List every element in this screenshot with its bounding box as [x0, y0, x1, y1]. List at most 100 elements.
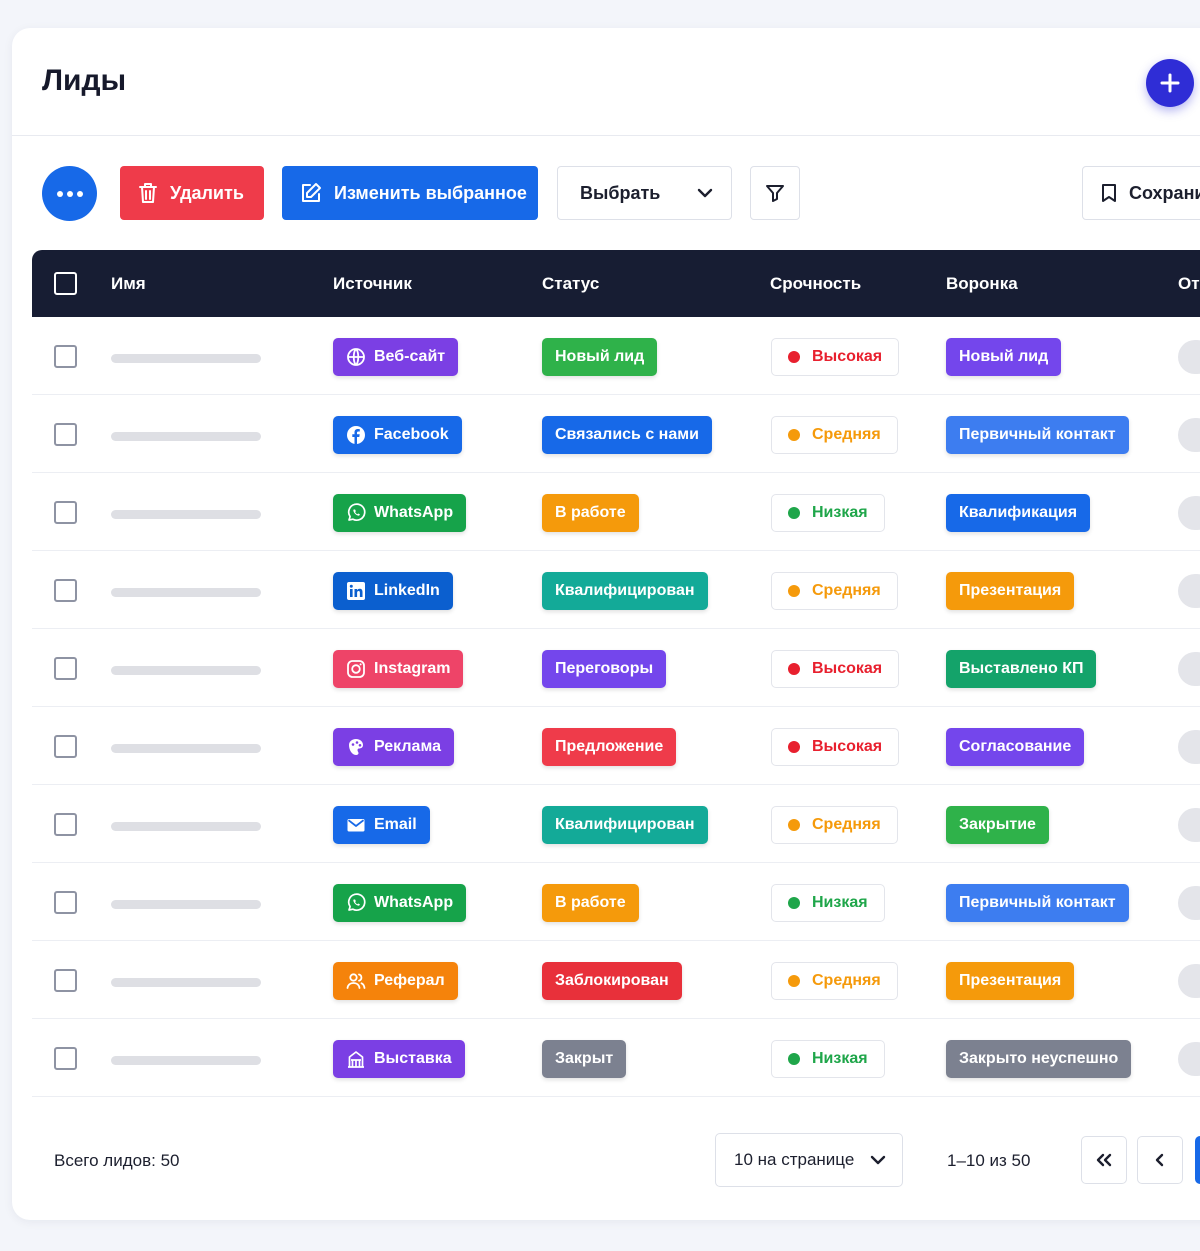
column-header-urgency[interactable]: Срочность	[770, 274, 861, 294]
owner-avatar[interactable]	[1178, 652, 1200, 686]
save-label: Сохранить	[1129, 182, 1200, 203]
users-icon	[346, 971, 366, 991]
first-page-button[interactable]	[1081, 1136, 1127, 1184]
funnel-label: Первичный контакт	[959, 426, 1116, 443]
status-badge: Связались с нами	[542, 416, 712, 454]
owner-avatar[interactable]	[1178, 496, 1200, 530]
more-dots-icon	[56, 190, 83, 197]
select-dropdown[interactable]: Выбрать	[557, 166, 732, 220]
chevron-down-icon	[697, 188, 713, 198]
name-placeholder	[111, 510, 261, 519]
globe-icon	[346, 347, 366, 367]
source-label: Реферал	[374, 972, 445, 989]
status-label: Новый лид	[555, 348, 645, 365]
delete-button[interactable]: Удалить	[120, 166, 264, 220]
owner-avatar[interactable]	[1178, 340, 1200, 374]
column-header-owner[interactable]: Ответственный	[1178, 274, 1200, 294]
row-checkbox[interactable]	[54, 969, 77, 992]
current-page-button[interactable]	[1195, 1136, 1200, 1184]
column-header-source[interactable]: Источник	[333, 274, 412, 294]
source-label: WhatsApp	[374, 894, 454, 911]
more-actions-button[interactable]	[42, 166, 97, 221]
owner-avatar[interactable]	[1178, 1042, 1200, 1076]
table-row[interactable]: Веб-сайт Новый лид Высокая Новый лид	[32, 317, 1200, 395]
column-header-funnel[interactable]: Воронка	[946, 274, 1018, 294]
funnel-badge: Презентация	[946, 572, 1075, 610]
table-row[interactable]: Facebook Связались с нами Средняя Первичный…	[32, 395, 1200, 473]
save-button[interactable]: Сохранить	[1082, 166, 1200, 220]
filter-icon	[766, 185, 784, 202]
prev-page-button[interactable]	[1137, 1136, 1183, 1184]
table-row[interactable]: WhatsApp В работе Низкая Первичный контакт	[32, 863, 1200, 941]
row-checkbox[interactable]	[54, 891, 77, 914]
urgency-badge: Высокая	[771, 728, 900, 766]
name-placeholder	[111, 900, 261, 909]
row-checkbox[interactable]	[54, 423, 77, 446]
urgency-dot-icon	[788, 819, 800, 831]
table-row[interactable]: LinkedIn Квалифицирован Средняя Презентация	[32, 551, 1200, 629]
row-checkbox[interactable]	[54, 501, 77, 524]
chevrons-left-icon	[1096, 1153, 1112, 1167]
owner-avatar[interactable]	[1178, 418, 1200, 452]
status-label: В работе	[555, 894, 626, 911]
row-checkbox[interactable]	[54, 1047, 77, 1070]
urgency-dot-icon	[788, 975, 800, 987]
edit-selected-label: Изменить выбранное	[334, 182, 527, 203]
funnel-label: Новый лид	[959, 348, 1049, 365]
status-label: В работе	[555, 504, 626, 521]
row-checkbox[interactable]	[54, 813, 77, 836]
owner-avatar[interactable]	[1178, 730, 1200, 764]
filter-button[interactable]	[750, 166, 800, 220]
source-label: LinkedIn	[374, 582, 440, 599]
table-row[interactable]: Instagram Переговоры Высокая Выставлено КП	[32, 629, 1200, 707]
column-header-status[interactable]: Статус	[542, 274, 599, 294]
row-checkbox[interactable]	[54, 735, 77, 758]
name-placeholder	[111, 744, 261, 753]
plus-icon	[1160, 73, 1180, 93]
leads-card: Лиды Удалить Изменить выбранное Выбрать …	[12, 28, 1200, 1220]
add-lead-button[interactable]	[1146, 59, 1194, 107]
urgency-label: Высокая	[812, 348, 883, 365]
edit-icon	[302, 183, 321, 202]
per-page-select[interactable]: 10 на странице	[715, 1133, 903, 1187]
name-placeholder	[111, 588, 261, 597]
status-label: Предложение	[555, 738, 664, 755]
select-all-checkbox[interactable]	[54, 272, 77, 295]
total-leads-label: Всего лидов: 50	[54, 1151, 180, 1170]
funnel-label: Согласование	[959, 738, 1072, 755]
urgency-dot-icon	[788, 429, 800, 441]
status-label: Переговоры	[555, 660, 654, 677]
name-placeholder	[111, 432, 261, 441]
funnel-badge: Первичный контакт	[946, 884, 1129, 922]
owner-avatar[interactable]	[1178, 808, 1200, 842]
table-row[interactable]: Выставка Закрыт Низкая Закрыто неуспешно	[32, 1019, 1200, 1097]
funnel-badge: Закрыто неуспешно	[946, 1040, 1132, 1078]
table-row[interactable]: Реферал Заблокирован Средняя Презентация	[32, 941, 1200, 1019]
column-header-name[interactable]: Имя	[111, 274, 146, 294]
table-row[interactable]: WhatsApp В работе Низкая Квалификация	[32, 473, 1200, 551]
urgency-badge: Низкая	[771, 494, 885, 532]
table-row[interactable]: Email Квалифицирован Средняя Закрытие	[32, 785, 1200, 863]
owner-avatar[interactable]	[1178, 964, 1200, 998]
status-badge: Квалифицирован	[542, 572, 708, 610]
status-badge: В работе	[542, 494, 639, 532]
urgency-label: Высокая	[812, 738, 883, 755]
row-checkbox[interactable]	[54, 579, 77, 602]
instagram-icon	[346, 659, 366, 679]
urgency-label: Средняя	[812, 582, 881, 599]
name-placeholder	[111, 1056, 261, 1065]
row-checkbox[interactable]	[54, 657, 77, 680]
urgency-badge: Низкая	[771, 1040, 885, 1078]
owner-avatar[interactable]	[1178, 886, 1200, 920]
urgency-dot-icon	[788, 1053, 800, 1065]
urgency-badge: Высокая	[771, 650, 900, 688]
table-footer: Всего лидов: 50 10 на странице 1–10 из 5…	[12, 1133, 1200, 1189]
edit-selected-button[interactable]: Изменить выбранное	[282, 166, 538, 220]
page-title: Лиды	[42, 64, 127, 97]
source-badge: Email	[333, 806, 430, 844]
owner-avatar[interactable]	[1178, 574, 1200, 608]
row-checkbox[interactable]	[54, 345, 77, 368]
urgency-badge: Высокая	[771, 338, 900, 376]
funnel-badge: Первичный контакт	[946, 416, 1129, 454]
table-row[interactable]: Реклама Предложение Высокая Согласование	[32, 707, 1200, 785]
